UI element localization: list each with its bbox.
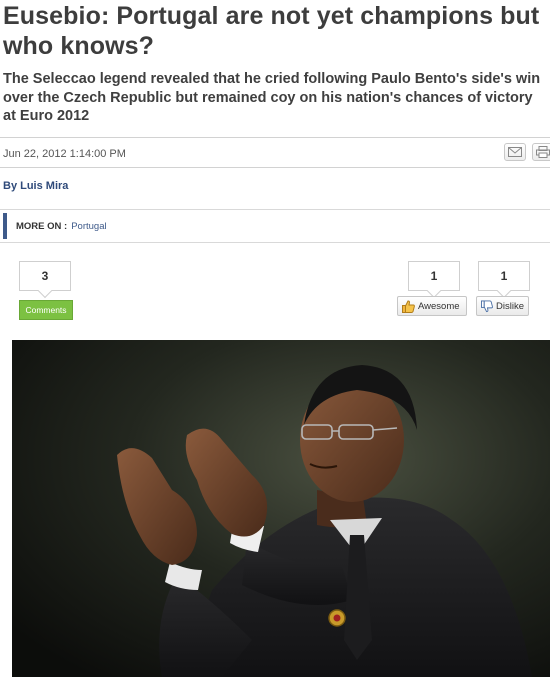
dislike-label: Dislike: [496, 300, 524, 312]
divider: [0, 209, 550, 210]
dislike-count-bubble: 1: [478, 261, 530, 291]
thumbs-up-icon: [402, 299, 415, 313]
tag-link-portugal[interactable]: Portugal: [71, 221, 106, 232]
awesome-label: Awesome: [418, 300, 460, 312]
divider: [0, 137, 550, 138]
thumbs-down-icon: [481, 299, 493, 312]
awesome-button[interactable]: Awesome: [397, 296, 467, 316]
share-toolbar: [504, 143, 550, 161]
article-photo: [12, 340, 550, 677]
comments-button[interactable]: Comments: [19, 300, 73, 320]
author-byline[interactable]: By Luis Mira: [3, 180, 68, 192]
email-icon[interactable]: [504, 143, 526, 161]
divider: [0, 242, 550, 243]
comments-count-bubble: 3: [19, 261, 71, 291]
more-on-label: MORE ON :: [16, 220, 68, 232]
print-icon[interactable]: [532, 143, 550, 161]
divider: [0, 167, 550, 168]
article-headline: Eusebio: Portugal are not yet champions …: [3, 2, 540, 60]
more-on-bar: MORE ON : Portugal: [3, 213, 107, 239]
article-standfirst: The Seleccao legend revealed that he cri…: [3, 71, 541, 124]
dislike-button[interactable]: Dislike: [476, 296, 529, 316]
article-date: Jun 22, 2012 1:14:00 PM: [3, 148, 126, 160]
awesome-count-bubble: 1: [408, 261, 460, 291]
